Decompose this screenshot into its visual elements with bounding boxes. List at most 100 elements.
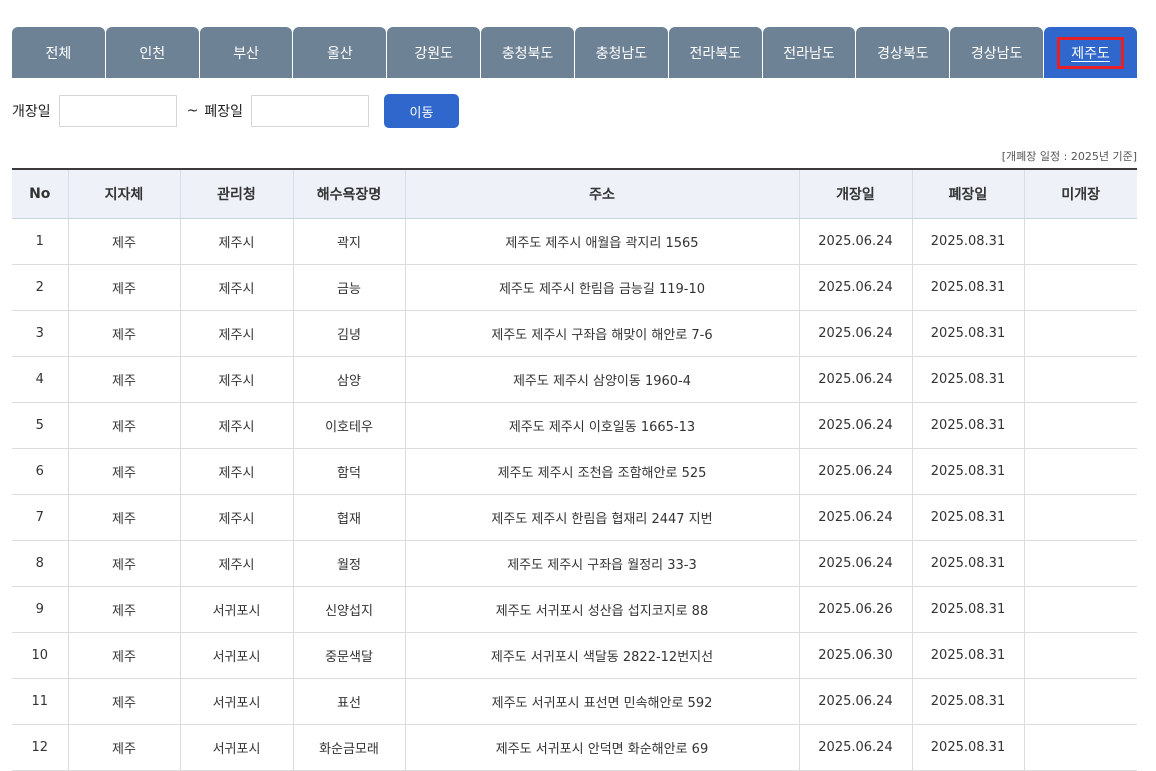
table-cell: 제주	[68, 402, 181, 449]
table-cell	[1024, 678, 1137, 725]
table-row: 9 제주 서귀포시 신양섭지 제주도 서귀포시 성산읍 섭지코지로 88 2025.06.…	[12, 586, 1137, 633]
table-cell	[1024, 310, 1137, 357]
table-cell	[1024, 540, 1137, 587]
tab-8[interactable]: 전라남도	[762, 27, 856, 78]
table-cell: 12	[12, 724, 69, 771]
tab-5[interactable]: 충청북도	[481, 27, 574, 78]
table-cell: 2025.08.31	[912, 402, 1025, 449]
table-row: 2 제주 제주시 금능 제주도 제주시 한림읍 금능길 119-10 2025.06.24…	[12, 264, 1137, 311]
table-row: 5 제주 제주시 이호테우 제주도 제주시 이호일동 1665-13 2025.06.24…	[12, 402, 1137, 449]
table-cell: 3	[12, 310, 69, 357]
table-cell: 제주시	[180, 448, 294, 495]
tab-label: 경상남도	[970, 45, 1023, 62]
tab-label: 전라남도	[783, 45, 835, 62]
table-cell: 제주	[68, 540, 181, 587]
table-cell: 중문색달	[293, 632, 406, 679]
table-cell: 1	[12, 218, 69, 265]
close-date-input[interactable]	[251, 95, 370, 127]
table-cell: 2025.08.31	[912, 632, 1025, 679]
column-header: 지자체	[68, 168, 181, 219]
table-cell: 제주도 제주시 삼양이동 1960-4	[405, 356, 800, 403]
table-cell: 10	[12, 632, 69, 679]
table-cell: 삼양	[293, 356, 406, 403]
tab-11[interactable]: 제주도	[1044, 27, 1137, 78]
table-cell	[1024, 494, 1137, 541]
table-cell: 제주도 서귀포시 안덕면 화순해안로 69	[405, 724, 800, 771]
move-button[interactable]: 이동	[384, 94, 460, 128]
table-cell: 2025.06.24	[799, 494, 913, 541]
table-row: 4 제주 제주시 삼양 제주도 제주시 삼양이동 1960-4 2025.06.24 202…	[12, 356, 1137, 403]
table-cell: 김녕	[293, 310, 406, 357]
tab-6[interactable]: 충청남도	[574, 27, 668, 78]
table-cell	[1024, 264, 1137, 311]
table-cell: 제주시	[180, 356, 294, 403]
tab-2[interactable]: 부산	[199, 27, 293, 78]
tab-4[interactable]: 강원도	[387, 27, 481, 78]
column-header: 폐장일	[912, 168, 1025, 219]
table-cell: 제주도 제주시 한림읍 협재리 2447 지번	[405, 494, 800, 541]
table-cell: 제주시	[180, 494, 294, 541]
tab-3[interactable]: 울산	[293, 27, 387, 78]
table-cell: 제주	[68, 310, 181, 357]
tab-0[interactable]: 전체	[12, 27, 105, 78]
column-header: 개장일	[799, 168, 913, 219]
table-cell: 이호테우	[293, 402, 406, 449]
table-cell: 제주	[68, 678, 181, 725]
table-cell: 제주	[68, 586, 181, 633]
open-date-label: 개장일	[12, 104, 51, 120]
table-cell: 2025.06.24	[799, 356, 913, 403]
tab-label: 전라북도	[689, 45, 741, 62]
table-cell: 2025.06.24	[799, 540, 913, 587]
table-cell	[1024, 356, 1137, 403]
table-cell: 2025.08.31	[912, 448, 1025, 495]
table-cell: 2025.08.31	[912, 678, 1025, 725]
tab-10[interactable]: 경상남도	[950, 27, 1044, 78]
table-cell: 2025.06.24	[799, 310, 913, 357]
table-cell: 제주도 제주시 애월읍 곽지리 1565	[405, 218, 800, 265]
tab-7[interactable]: 전라북도	[668, 27, 762, 78]
date-separator: ~	[186, 103, 199, 119]
date-filter: 개장일 ~ 폐장일 이동	[12, 94, 460, 128]
table-cell	[1024, 724, 1137, 771]
tab-label: 충청남도	[595, 45, 648, 62]
table-cell: 제주도 제주시 조천읍 조함해안로 525	[405, 448, 800, 495]
table-body: 1 제주 제주시 곽지 제주도 제주시 애월읍 곽지리 1565 2025.06.24 20…	[12, 218, 1137, 771]
tab-1[interactable]: 인천	[105, 27, 199, 78]
table-cell: 5	[12, 402, 69, 449]
table-row: 10 제주 서귀포시 중문색달 제주도 서귀포시 색달동 2822-12번지선 2025.…	[12, 632, 1137, 679]
table-cell: 제주	[68, 264, 181, 311]
table-cell: 6	[12, 448, 69, 495]
table-cell: 제주시	[180, 264, 294, 311]
table-row: 8 제주 제주시 월정 제주도 제주시 구좌읍 월정리 33-3 2025.06.24 20…	[12, 540, 1137, 587]
table-cell: 제주도 서귀포시 색달동 2822-12번지선	[405, 632, 800, 679]
tab-label: 부산	[233, 45, 259, 62]
table-cell: 서귀포시	[180, 632, 294, 679]
table-cell: 제주도 서귀포시 성산읍 섭지코지로 88	[405, 586, 800, 633]
table-cell: 2025.06.24	[799, 448, 913, 495]
table-cell: 2025.08.31	[912, 724, 1025, 771]
tab-9[interactable]: 경상북도	[856, 27, 950, 78]
table-row: 1 제주 제주시 곽지 제주도 제주시 애월읍 곽지리 1565 2025.06.24 20…	[12, 218, 1137, 265]
table-cell: 2025.08.31	[912, 540, 1025, 587]
table-cell: 2025.06.24	[799, 678, 913, 725]
table-cell: 2025.06.24	[799, 402, 913, 449]
table-cell: 7	[12, 494, 69, 541]
table-cell: 서귀포시	[180, 586, 294, 633]
table-cell: 2025.06.24	[799, 264, 913, 311]
table-cell	[1024, 448, 1137, 495]
table-cell: 제주시	[180, 310, 294, 357]
beach-table: No 지자체 관리청 해수욕장명 주소 개장일 폐장일 미개장 1 제주 제주시 곽지 제주도 제주시…	[12, 168, 1137, 771]
table-cell: 제주도 서귀포시 표선면 민속해안로 592	[405, 678, 800, 725]
table-cell: 2025.08.31	[912, 264, 1025, 311]
table-row: 12 제주 서귀포시 화순금모래 제주도 서귀포시 안덕면 화순해안로 69 2025.0…	[12, 724, 1137, 771]
table-cell: 서귀포시	[180, 724, 294, 771]
tab-label: 인천	[139, 45, 166, 62]
table-cell: 협재	[293, 494, 406, 541]
table-row: 6 제주 제주시 함덕 제주도 제주시 조천읍 조함해안로 525 2025.06.24 2…	[12, 448, 1137, 495]
tab-label: 울산	[327, 45, 353, 62]
table-cell: 2025.06.26	[799, 586, 913, 633]
table-cell: 제주시	[180, 540, 294, 587]
open-date-input[interactable]	[58, 95, 177, 127]
table-cell: 8	[12, 540, 69, 587]
table-row: 11 제주 서귀포시 표선 제주도 서귀포시 표선면 민속해안로 592 2025.06.…	[12, 678, 1137, 725]
